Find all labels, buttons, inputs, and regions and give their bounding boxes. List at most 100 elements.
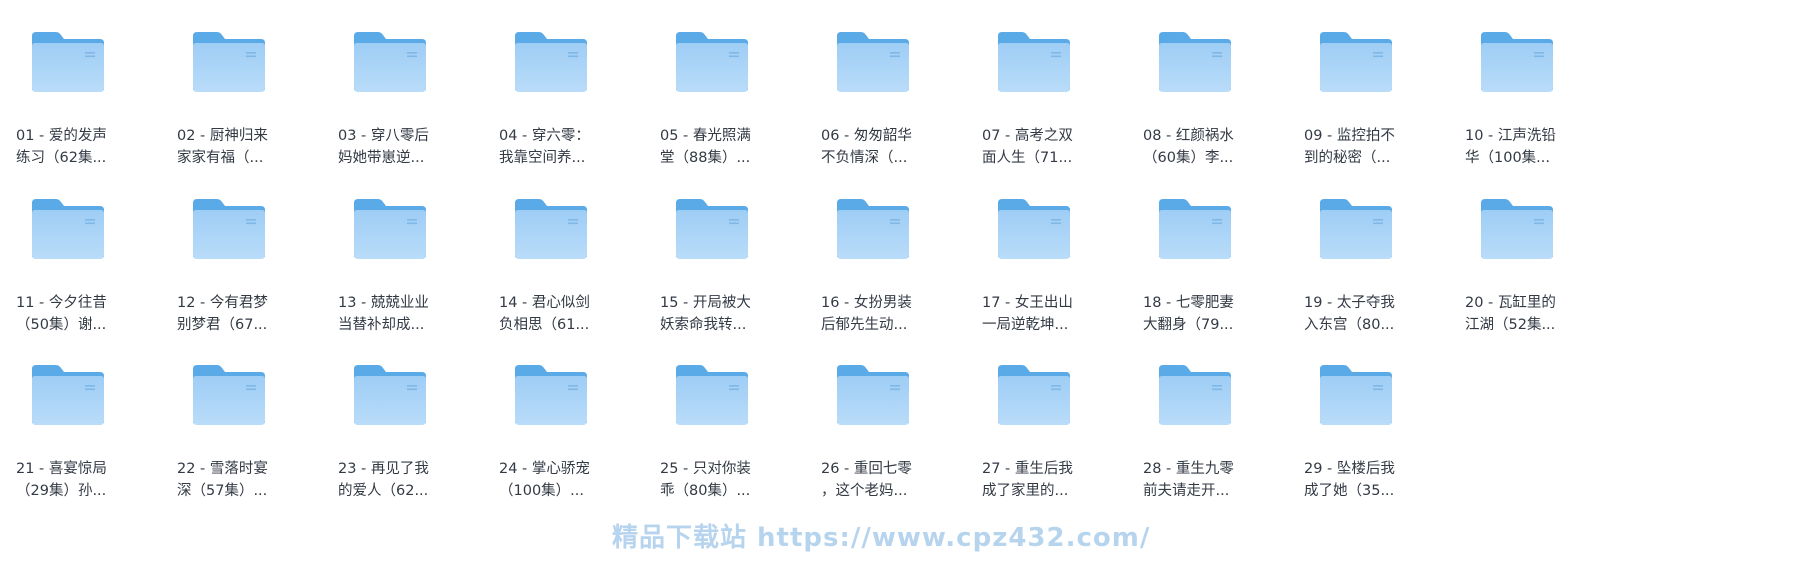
folder-name-line2: 负相思（61... [499, 317, 590, 333]
folder-name: 21 - 喜宴惊局 （29集）孙... [16, 458, 164, 502]
folder-item[interactable]: 27 - 重生后我 成了家里的... [982, 363, 1142, 523]
folder-item[interactable]: 12 - 今有君梦 别梦君（67... [177, 197, 337, 357]
folder-icon [835, 30, 911, 98]
folder-name: 10 - 江声洗铅 华（100集... [1465, 125, 1613, 169]
folder-name-line1: 03 - 穿八零后 [338, 128, 429, 144]
folder-name-line1: 22 - 雪落时宴 [177, 461, 268, 477]
folder-item[interactable]: 15 - 开局被大 妖索命我转... [660, 197, 820, 357]
folder-item[interactable]: 24 - 掌心骄宠 （100集）... [499, 363, 659, 523]
folder-name-line2: 别梦君（67... [177, 317, 268, 333]
folder-name-line2: 练习（62集... [16, 150, 107, 166]
folder-icon [1318, 30, 1394, 98]
folder-name-line1: 23 - 再见了我 [338, 461, 429, 477]
folder-name-line1: 25 - 只对你装 [660, 461, 751, 477]
folder-icon [835, 363, 911, 431]
folder-icon [191, 30, 267, 98]
folder-item[interactable]: 03 - 穿八零后 妈她带崽逆... [338, 30, 498, 190]
folder-name: 23 - 再见了我 的爱人（62... [338, 458, 486, 502]
folder-name-line1: 26 - 重回七零 [821, 461, 912, 477]
folder-item[interactable]: 26 - 重回七零 ，这个老妈... [821, 363, 981, 523]
folder-name-line2: 江湖（52集... [1465, 317, 1556, 333]
folder-item[interactable]: 19 - 太子夺我 入东宫（80... [1304, 197, 1464, 357]
folder-name: 20 - 瓦缸里的 江湖（52集... [1465, 292, 1613, 336]
folder-name-line2: 入东宫（80... [1304, 317, 1395, 333]
folder-icon [352, 30, 428, 98]
folder-icon [191, 197, 267, 265]
folder-name-line1: 04 - 穿六零： [499, 128, 590, 144]
folder-name: 18 - 七零肥妻 大翻身（79... [1143, 292, 1291, 336]
folder-name-line1: 14 - 君心似剑 [499, 295, 590, 311]
folder-item[interactable]: 20 - 瓦缸里的 江湖（52集... [1465, 197, 1625, 357]
folder-name: 11 - 今夕往昔 （50集）谢... [16, 292, 164, 336]
folder-name-line1: 10 - 江声洗铅 [1465, 128, 1556, 144]
folder-item[interactable]: 06 - 匆匆韶华 不负情深（... [821, 30, 981, 190]
folder-icon [352, 197, 428, 265]
folder-name-line1: 01 - 爱的发声 [16, 128, 107, 144]
folder-name-line1: 20 - 瓦缸里的 [1465, 295, 1556, 311]
folder-name-line2: （100集）... [499, 483, 585, 499]
folder-name-line2: ，这个老妈... [821, 483, 908, 499]
folder-name: 14 - 君心似剑 负相思（61... [499, 292, 647, 336]
folder-item[interactable]: 23 - 再见了我 的爱人（62... [338, 363, 498, 523]
folder-name: 29 - 坠楼后我 成了她（35... [1304, 458, 1452, 502]
folder-item[interactable]: 09 - 监控拍不 到的秘密（... [1304, 30, 1464, 190]
folder-icon [1479, 197, 1555, 265]
folder-icon [352, 363, 428, 431]
folder-item[interactable]: 11 - 今夕往昔 （50集）谢... [16, 197, 176, 357]
folder-name-line2: （60集）李... [1143, 150, 1234, 166]
folder-icon [513, 363, 589, 431]
folder-icon [674, 30, 750, 98]
folder-name-line2: 当替补却成... [338, 317, 425, 333]
folder-name-line2: 妖索命我转... [660, 317, 747, 333]
folder-name-line2: （29集）孙... [16, 483, 107, 499]
folder-name-line2: 乖（80集）... [660, 483, 751, 499]
folder-icon [513, 30, 589, 98]
folder-item[interactable]: 02 - 厨神归来 家家有福（... [177, 30, 337, 190]
folder-name: 15 - 开局被大 妖索命我转... [660, 292, 808, 336]
folder-item[interactable]: 01 - 爱的发声 练习（62集... [16, 30, 176, 190]
folder-item[interactable]: 18 - 七零肥妻 大翻身（79... [1143, 197, 1303, 357]
folder-name: 12 - 今有君梦 别梦君（67... [177, 292, 325, 336]
folder-name: 05 - 春光照满 堂（88集）... [660, 125, 808, 169]
folder-item[interactable]: 25 - 只对你装 乖（80集）... [660, 363, 820, 523]
folder-item[interactable]: 05 - 春光照满 堂（88集）... [660, 30, 820, 190]
folder-name: 22 - 雪落时宴 深（57集）... [177, 458, 325, 502]
folder-item[interactable]: 14 - 君心似剑 负相思（61... [499, 197, 659, 357]
folder-name: 03 - 穿八零后 妈她带崽逆... [338, 125, 486, 169]
folder-item[interactable]: 29 - 坠楼后我 成了她（35... [1304, 363, 1464, 523]
folder-name-line2: 不负情深（... [821, 150, 908, 166]
folder-item[interactable]: 04 - 穿六零： 我靠空间养... [499, 30, 659, 190]
folder-name: 01 - 爱的发声 练习（62集... [16, 125, 164, 169]
folder-grid: 01 - 爱的发声 练习（62集... 02 - 厨神归来 家家有福（... 03 - … [0, 0, 1799, 567]
folder-item[interactable]: 07 - 高考之双 面人生（71... [982, 30, 1142, 190]
folder-name-line2: 面人生（71... [982, 150, 1073, 166]
folder-item[interactable]: 08 - 红颜祸水 （60集）李... [1143, 30, 1303, 190]
folder-item[interactable]: 13 - 兢兢业业 当替补却成... [338, 197, 498, 357]
folder-icon [996, 197, 1072, 265]
folder-item[interactable]: 17 - 女王出山 一局逆乾坤... [982, 197, 1142, 357]
folder-name: 07 - 高考之双 面人生（71... [982, 125, 1130, 169]
folder-name: 26 - 重回七零 ，这个老妈... [821, 458, 969, 502]
folder-name: 08 - 红颜祸水 （60集）李... [1143, 125, 1291, 169]
folder-icon [191, 363, 267, 431]
folder-name-line1: 12 - 今有君梦 [177, 295, 268, 311]
folder-name-line2: 成了她（35... [1304, 483, 1395, 499]
folder-icon [30, 30, 106, 98]
folder-item[interactable]: 21 - 喜宴惊局 （29集）孙... [16, 363, 176, 523]
folder-name-line2: 家家有福（... [177, 150, 264, 166]
folder-item[interactable]: 16 - 女扮男装 后郁先生动... [821, 197, 981, 357]
folder-name-line1: 06 - 匆匆韶华 [821, 128, 912, 144]
folder-item[interactable]: 10 - 江声洗铅 华（100集... [1465, 30, 1625, 190]
folder-name: 19 - 太子夺我 入东宫（80... [1304, 292, 1452, 336]
folder-item[interactable]: 28 - 重生九零 前夫请走开... [1143, 363, 1303, 523]
folder-name: 02 - 厨神归来 家家有福（... [177, 125, 325, 169]
folder-name-line2: （50集）谢... [16, 317, 107, 333]
folder-item[interactable]: 22 - 雪落时宴 深（57集）... [177, 363, 337, 523]
folder-name-line1: 27 - 重生后我 [982, 461, 1073, 477]
folder-icon [1479, 30, 1555, 98]
folder-name-line1: 02 - 厨神归来 [177, 128, 268, 144]
folder-name: 09 - 监控拍不 到的秘密（... [1304, 125, 1452, 169]
folder-icon [1157, 363, 1233, 431]
folder-name-line1: 16 - 女扮男装 [821, 295, 912, 311]
folder-icon [674, 363, 750, 431]
